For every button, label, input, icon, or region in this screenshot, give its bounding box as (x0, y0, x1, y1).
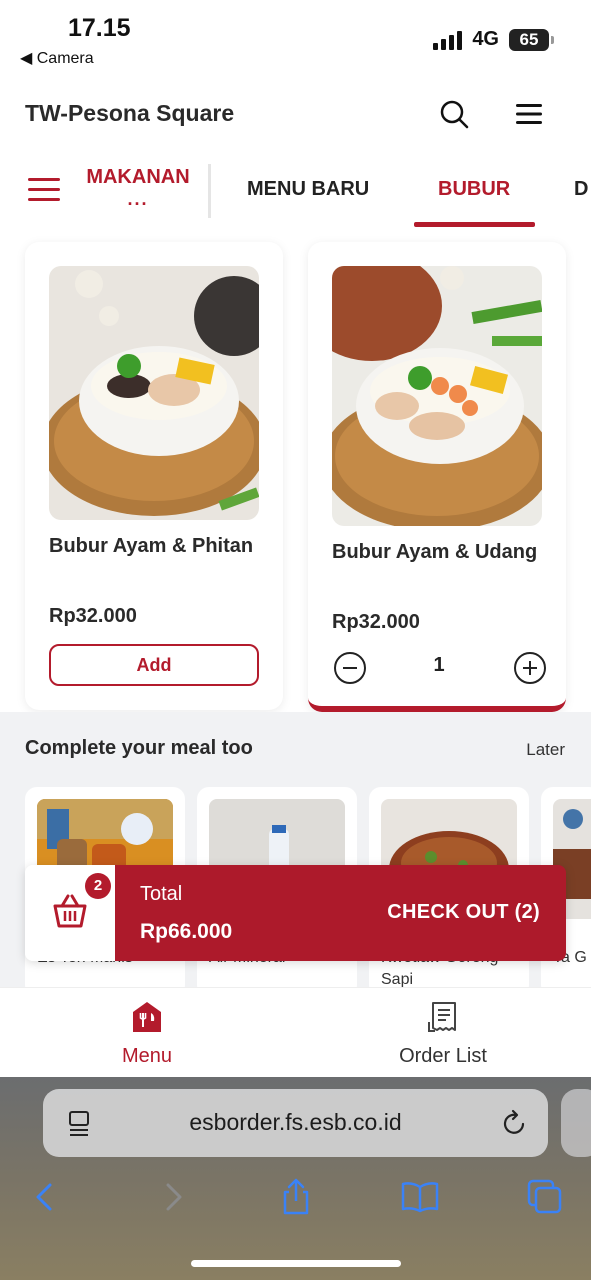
product-price: Rp32.000 (332, 611, 420, 633)
tab-menu-baru[interactable]: MENU BARU (247, 178, 369, 201)
category-selector[interactable]: MAKANAN ... (78, 166, 198, 209)
product-name: Bubur Ayam & Phitan (49, 535, 254, 557)
browser-toolbar: esborder.fs.esb.co.id (0, 1077, 591, 1280)
outlet-title: TW-Pesona Square (25, 100, 235, 126)
hamburger-icon[interactable] (513, 98, 545, 130)
nav-order-list[interactable]: Order List (353, 1000, 533, 1068)
checkout-panel[interactable]: Total Rp66.000 CHECK OUT (2) (115, 865, 566, 961)
basket-icon (53, 894, 87, 928)
quantity-stepper: 1 (332, 652, 546, 686)
restaurant-menu-icon (133, 1002, 161, 1032)
nav-order-list-label: Order List (399, 1045, 487, 1067)
product-card[interactable]: Bubur Ayam & Phitan Rp32.000 Add (25, 242, 283, 710)
status-indicators: 4G 65 (433, 28, 554, 51)
tab-bubur[interactable]: BUBUR (438, 178, 510, 201)
product-grid: Bubur Ayam & Phitan Rp32.000 Add Bubur A… (0, 230, 591, 712)
next-tab-peek[interactable] (561, 1089, 591, 1157)
category-list-icon[interactable] (28, 178, 60, 208)
product-name: Bubur Ayam & Udang (332, 541, 538, 563)
receipt-icon (428, 1002, 456, 1032)
nav-menu-label: Menu (121, 1045, 173, 1067)
category-divider (208, 164, 211, 218)
tabs-icon[interactable] (525, 1177, 565, 1217)
total-label: Total (140, 883, 183, 905)
category-bar: MAKANAN ... MENU BARU BUBUR D (0, 158, 591, 230)
active-tab-indicator (414, 222, 535, 227)
cart-count-badge: 2 (85, 873, 111, 899)
search-icon[interactable] (438, 98, 470, 130)
category-current: MAKANAN (86, 166, 190, 188)
product-card[interactable]: Bubur Ayam & Udang Rp32.000 1 (308, 242, 566, 712)
signal-icon (433, 30, 463, 50)
network-type: 4G (472, 28, 499, 50)
status-time: 17.15 (68, 14, 131, 42)
back-to-app-link[interactable]: ◀ Camera (20, 48, 94, 68)
increase-quantity-button[interactable] (514, 652, 546, 684)
url-text: esborder.fs.esb.co.id (189, 1109, 402, 1135)
total-value: Rp66.000 (140, 920, 233, 943)
address-bar[interactable]: esborder.fs.esb.co.id (43, 1089, 548, 1157)
product-image (332, 266, 542, 526)
bookmarks-icon[interactable] (400, 1177, 440, 1217)
forward-arrow-icon[interactable] (152, 1177, 192, 1217)
later-button[interactable]: Later (526, 740, 565, 760)
app-header: TW-Pesona Square (0, 84, 591, 144)
recommendation-title: Complete your meal too (25, 737, 253, 759)
cart-button[interactable]: 2 (25, 865, 115, 961)
checkout-button[interactable]: CHECK OUT (2) (387, 901, 540, 924)
reload-icon[interactable] (502, 1109, 528, 1137)
nav-menu[interactable]: Menu (57, 1000, 237, 1068)
tab-next-category[interactable]: D (574, 178, 588, 201)
status-bar: 17.15 ◀ Camera 4G 65 (0, 0, 591, 72)
product-price: Rp32.000 (49, 605, 137, 627)
category-more: ... (127, 189, 149, 209)
home-indicator (191, 1260, 401, 1267)
battery-icon: 65 (509, 28, 554, 51)
bottom-nav: Menu Order List (0, 987, 591, 1077)
checkout-bar[interactable]: 2 Total Rp66.000 CHECK OUT (2) (25, 865, 566, 961)
share-icon[interactable] (276, 1177, 316, 1217)
add-to-cart-button[interactable]: Add (49, 644, 259, 686)
back-arrow-icon[interactable] (26, 1177, 66, 1217)
product-image (49, 266, 259, 520)
